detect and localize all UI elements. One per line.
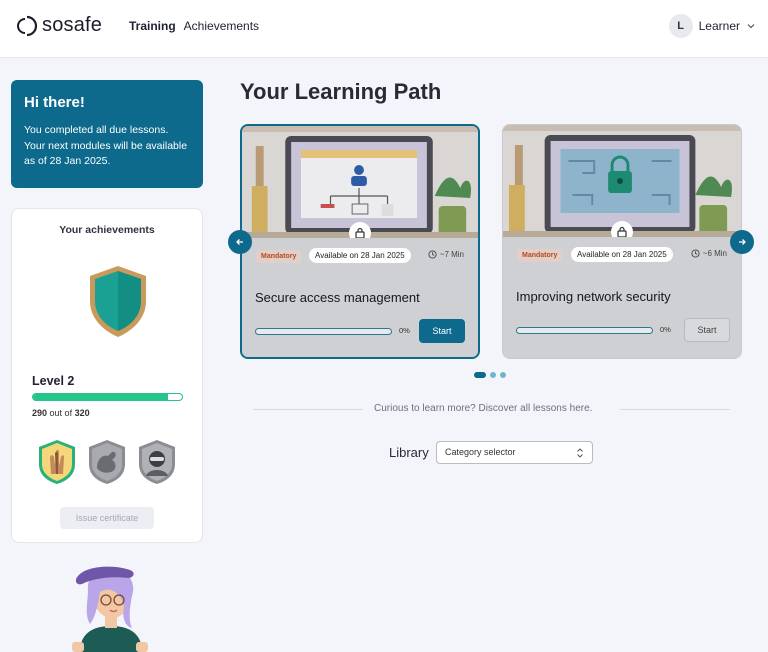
level-shield-icon <box>90 266 146 337</box>
level-label: Level 2 <box>32 374 75 388</box>
main-nav: Training Achievements <box>129 19 259 33</box>
carousel-next-button[interactable] <box>730 230 754 254</box>
mandatory-tag: Mandatory <box>256 250 302 263</box>
availability-badge: Available on 28 Jan 2025 <box>571 247 673 262</box>
divider <box>253 409 363 410</box>
lesson-progress-bar <box>255 328 392 335</box>
clock-icon <box>691 249 700 258</box>
page-title: Your Learning Path <box>240 79 442 104</box>
carousel-pagination <box>474 372 506 378</box>
availability-badge: Available on 28 Jan 2025 <box>309 248 411 263</box>
greeting-card: Hi there! You completed all due lessons.… <box>11 80 203 188</box>
muscle-badge-icon[interactable] <box>86 438 128 486</box>
duration-text: ~6 Min <box>702 249 727 258</box>
level-progress-fill <box>33 394 168 400</box>
lesson-progress-percent: 0% <box>399 326 410 335</box>
start-button[interactable]: Start <box>684 318 730 342</box>
greeting-message: You completed all due lessons. Your next… <box>24 124 188 167</box>
character-illustration-icon <box>72 566 148 652</box>
mandatory-tag: Mandatory <box>517 249 563 262</box>
points-current: 290 <box>32 408 48 418</box>
chevron-updown-icon <box>577 448 583 458</box>
hacker-badge-icon[interactable] <box>136 438 178 486</box>
points-text: 290 out of 320 <box>32 408 90 418</box>
discover-lessons-text: Curious to learn more? Discover all less… <box>374 403 593 414</box>
category-selector-value: Category selector <box>445 447 516 457</box>
arrow-right-icon <box>739 239 746 245</box>
category-selector[interactable]: Category selector <box>436 441 593 464</box>
avatar: L <box>668 14 693 38</box>
start-button[interactable]: Start <box>419 319 465 343</box>
lesson-title: Secure access management <box>255 290 420 305</box>
points-separator: out of <box>49 408 73 418</box>
carousel-prev-button[interactable] <box>228 230 252 254</box>
top-navigation-bar: sosafe Training Achievements L Learner <box>0 0 768 58</box>
greeting-title: Hi there! <box>24 94 85 111</box>
lesson-title: Improving network security <box>516 289 671 304</box>
divider <box>620 409 730 410</box>
logo-mark-icon <box>16 15 38 36</box>
library-label: Library <box>389 445 429 460</box>
duration: ~7 Min <box>428 250 464 259</box>
lesson-progress-percent: 0% <box>660 325 671 334</box>
issue-certificate-button[interactable]: Issue certificate <box>60 507 154 529</box>
arrow-left-icon <box>236 239 243 245</box>
achievements-card: Your achievements Level 2 290 out of 320 <box>11 208 203 543</box>
user-menu[interactable]: L Learner <box>668 14 756 38</box>
points-total: 320 <box>74 408 90 418</box>
level-progress-bar <box>32 393 183 401</box>
user-name: Learner <box>698 19 740 33</box>
lesson-card-body: Mandatory Available on 28 Jan 2025 ~7 Mi… <box>242 238 478 357</box>
clock-icon <box>428 250 437 259</box>
sosafe-logo[interactable]: sosafe <box>16 14 102 37</box>
duration: ~6 Min <box>691 249 727 258</box>
pagination-dot[interactable] <box>490 372 496 378</box>
nav-achievements[interactable]: Achievements <box>184 19 259 33</box>
badge-list <box>36 438 178 486</box>
achievements-title: Your achievements <box>59 224 155 236</box>
pagination-dot[interactable] <box>500 372 506 378</box>
duration-text: ~7 Min <box>439 250 464 259</box>
logo-text: sosafe <box>42 14 103 36</box>
hands-badge-icon[interactable] <box>36 438 78 486</box>
lesson-progress-bar <box>516 327 653 334</box>
lesson-card[interactable]: Mandatory Available on 28 Jan 2025 ~7 Mi… <box>240 124 480 359</box>
lesson-card[interactable]: Mandatory Available on 28 Jan 2025 ~6 Mi… <box>502 124 742 359</box>
lesson-card-body: Mandatory Available on 28 Jan 2025 ~6 Mi… <box>503 237 741 358</box>
chevron-down-icon <box>747 24 755 29</box>
pagination-dot[interactable] <box>474 372 486 378</box>
nav-training[interactable]: Training <box>129 19 176 33</box>
